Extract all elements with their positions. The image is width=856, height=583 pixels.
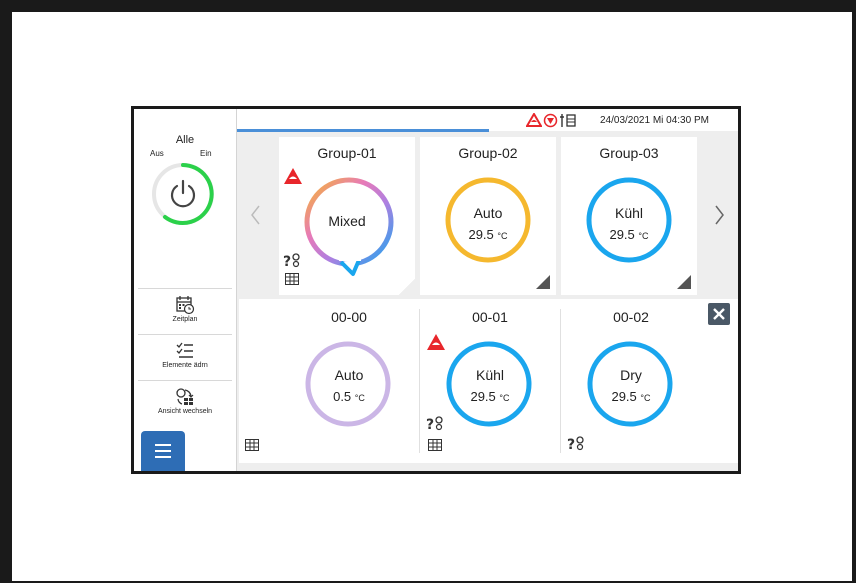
sidebar-divider (138, 334, 232, 335)
unit-mode: Dry (620, 367, 642, 383)
unit-panel: 00-00 Auto 0.5 °C 00-01 Kühl 29.5 °C ? 0… (239, 299, 738, 463)
temperature-unit: °C (638, 231, 649, 241)
touch-screen: Alle Aus Ein Zeitplan Elemente ädrn Ansi… (131, 106, 741, 474)
group-mode: Kühl (614, 205, 644, 221)
unit-card-00-02[interactable]: 00-02 Dry 29.5 °C ? (561, 299, 701, 463)
all-power-title: Alle (175, 134, 195, 146)
unit-temperature: 29.5 °C (561, 389, 701, 404)
temperature-unit: °C (640, 393, 651, 403)
sidebar-item-label: Zeitplan (172, 316, 198, 323)
unknown-settings-icon: ? (567, 436, 584, 451)
mode-ring (587, 341, 673, 427)
group-temperature: 29.5 °C (420, 227, 556, 242)
switch-view-icon (176, 388, 194, 405)
temperature-unit: °C (497, 231, 508, 241)
svg-text:?: ? (426, 417, 434, 431)
unit-temperature: 0.5 °C (279, 389, 419, 404)
temperature-value: 0.5 (333, 389, 352, 404)
chevron-left-icon (251, 205, 260, 225)
unit-card-00-00[interactable]: 00-00 Auto 0.5 °C (279, 299, 419, 463)
page-indicator-bar (237, 129, 489, 132)
mode-ring (305, 341, 391, 427)
date-time: 24/03/2021 Mi 04:30 PM (600, 115, 709, 126)
group-card-group-03[interactable]: Group-03 Kühl 29.5 °C (561, 137, 697, 295)
corner-indicator (536, 275, 550, 289)
group-mode: Mixed (328, 213, 366, 229)
sidebar-item-label: Ansicht wechseln (157, 408, 213, 415)
power-on-label: Ein (200, 149, 212, 158)
grid-schedule-icon (428, 439, 442, 451)
sidebar-item-label: Elemente ädrn (162, 362, 208, 369)
power-icon (152, 163, 214, 225)
grid-schedule-icon (245, 439, 259, 451)
unit-card-00-01[interactable]: 00-01 Kühl 29.5 °C ? (420, 299, 560, 463)
service-icon[interactable] (543, 113, 558, 128)
sidebar-item-schedule[interactable]: Zeitplan (134, 291, 236, 335)
next-page-arrow[interactable] (714, 204, 726, 231)
maintenance-icon[interactable] (559, 113, 577, 128)
sidebar-divider (138, 380, 232, 381)
group-name: Group-01 (317, 145, 377, 161)
calendar-clock-icon (176, 296, 195, 315)
corner-indicator (677, 275, 691, 289)
unit-name: 00-00 (331, 309, 367, 325)
unit-name: 00-02 (613, 309, 649, 325)
unit-mode: Auto (334, 367, 364, 383)
power-off-label: Aus (150, 149, 164, 158)
unit-name: 00-01 (472, 309, 508, 325)
sidebar: Alle Aus Ein Zeitplan Elemente ädrn Ansi… (134, 109, 237, 471)
unit-temperature: 29.5 °C (420, 389, 560, 404)
temperature-value: 29.5 (470, 389, 496, 404)
previous-page-arrow[interactable] (249, 204, 261, 231)
temperature-unit: °C (499, 393, 510, 403)
status-icons (526, 112, 577, 128)
grid-schedule-icon (285, 273, 299, 285)
temperature-value: 29.5 (611, 389, 637, 404)
sidebar-item-edit-elements[interactable]: Elemente ädrn (134, 337, 236, 381)
group-card-group-01[interactable]: Group-01 Mixed ? (279, 137, 415, 295)
group-mode: Auto (473, 205, 503, 221)
all-power-button[interactable] (150, 161, 216, 227)
alarm-warning-icon[interactable] (526, 113, 542, 127)
svg-text:?: ? (567, 437, 575, 451)
group-name: Group-03 (599, 145, 659, 161)
hamburger-icon (155, 444, 171, 446)
unit-mode: Kühl (475, 367, 505, 383)
alarm-warning-icon (427, 334, 445, 350)
unknown-settings-icon: ? (426, 416, 443, 431)
unknown-settings-icon: ? (283, 253, 300, 268)
group-temperature: 29.5 °C (561, 227, 697, 242)
temperature-value: 29.5 (468, 227, 494, 242)
group-name: Group-02 (458, 145, 518, 161)
temperature-value: 29.5 (609, 227, 635, 242)
chevron-right-icon (715, 205, 724, 225)
sidebar-divider (138, 288, 232, 289)
checklist-icon (176, 342, 193, 358)
close-icon (713, 308, 725, 320)
group-card-group-02[interactable]: Group-02 Auto 29.5 °C (420, 137, 556, 295)
svg-text:?: ? (283, 254, 291, 268)
menu-button[interactable] (141, 431, 185, 471)
mode-ring (446, 341, 532, 427)
close-button[interactable] (708, 303, 730, 325)
sidebar-item-switch-view[interactable]: Ansicht wechseln (134, 383, 236, 427)
page-curl-icon (399, 279, 415, 295)
temperature-unit: °C (354, 393, 365, 403)
